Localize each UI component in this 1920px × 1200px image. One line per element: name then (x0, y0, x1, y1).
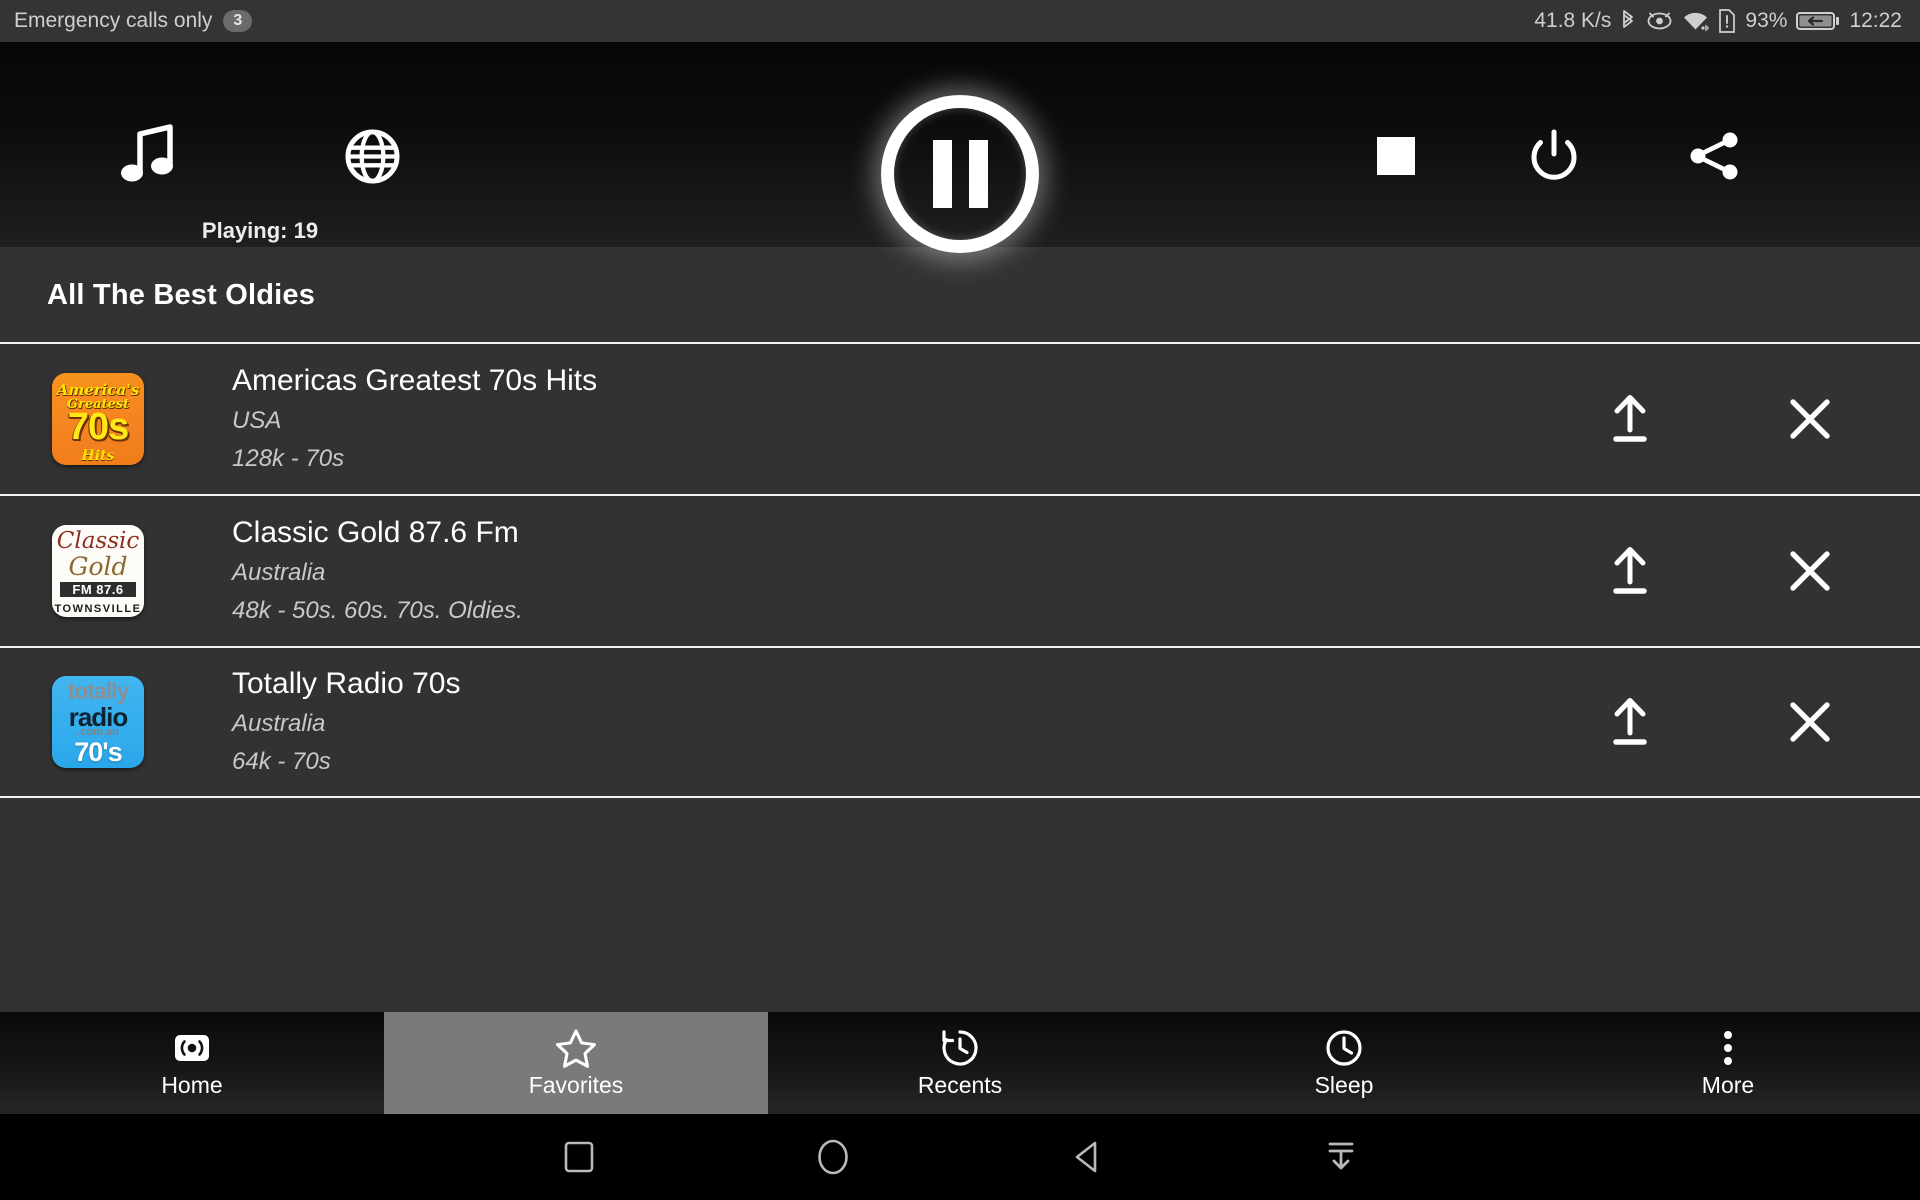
station-logo: America's Greatest 70s Hits (52, 373, 144, 465)
clock-icon (1324, 1028, 1364, 1068)
battery-charging-icon (1796, 10, 1840, 32)
playing-count-label: Playing: 19 (201, 218, 319, 243)
status-bar: Emergency calls only 3 41.8 K/s 93% 12:2… (0, 0, 1920, 42)
tab-recents[interactable]: Recents (768, 1012, 1152, 1114)
tab-sleep[interactable]: Sleep (1152, 1012, 1536, 1114)
row-actions (1582, 523, 1920, 619)
station-details: 48k - 50s. 60s. 70s. Oldies. (232, 597, 523, 624)
station-logo: totally radio .com.au 70's (52, 676, 144, 768)
row-actions (1582, 371, 1920, 467)
table-row[interactable]: Classic Gold FM 87.6 TOWNSVILLE Classic … (0, 494, 1920, 646)
bluetooth-icon (1620, 9, 1637, 33)
share-icon[interactable] (1678, 120, 1750, 192)
tab-label: Home (161, 1072, 223, 1098)
row-actions (1582, 674, 1920, 770)
stop-square (1377, 137, 1415, 175)
empty-list-area (0, 798, 1920, 1028)
station-details: 128k - 70s (232, 445, 345, 472)
page-title: All The Best Oldies (0, 247, 1920, 342)
tab-home[interactable]: Home (0, 1012, 384, 1114)
player-toolbar: Playing: 19 (0, 42, 1920, 253)
eye-icon (1646, 10, 1673, 32)
wifi-icon (1682, 10, 1709, 32)
carrier-label: Emergency calls only (14, 9, 213, 32)
music-note-icon[interactable] (108, 114, 190, 196)
broadcast-icon (173, 1028, 211, 1068)
dot-3 (1724, 1057, 1732, 1065)
sim-alert-icon (1718, 9, 1736, 33)
power-icon[interactable] (1518, 120, 1590, 192)
pause-bar-left (932, 140, 952, 208)
station-details: 64k - 70s (232, 748, 331, 775)
logo-line-2: Gold (68, 552, 128, 581)
circle-icon[interactable] (806, 1130, 860, 1184)
star-icon (555, 1028, 597, 1068)
tab-more[interactable]: More (1536, 1012, 1920, 1114)
tab-label: Recents (917, 1072, 1003, 1098)
tab-label: Favorites (528, 1072, 624, 1098)
station-country: USA (232, 407, 282, 434)
remove-station-icon[interactable] (1762, 371, 1858, 467)
notification-count-badge: 3 (223, 10, 253, 32)
android-navigation-bar (0, 1114, 1920, 1200)
station-info: Classic Gold 87.6 Fm Australia 48k - 50s… (232, 514, 1582, 628)
table-row[interactable]: America's Greatest 70s Hits Americas Gre… (0, 342, 1920, 494)
station-info: Totally Radio 70s Australia 64k - 70s (232, 665, 1582, 779)
status-bar-right: 41.8 K/s 93% 12:22 (1534, 9, 1902, 33)
square-icon[interactable] (552, 1130, 606, 1184)
overflow-dots (1724, 1031, 1732, 1065)
app-screen: Emergency calls only 3 41.8 K/s 93% 12:2… (0, 0, 1920, 1200)
history-icon (940, 1028, 980, 1068)
logo-line-3: 70s (67, 406, 129, 448)
logo-line-4: TOWNSVILLE (54, 603, 142, 615)
remove-station-icon[interactable] (1762, 523, 1858, 619)
stop-icon[interactable] (1360, 120, 1432, 192)
move-to-top-icon[interactable] (1582, 371, 1678, 467)
clock-label: 12:22 (1849, 9, 1902, 32)
status-bar-left: Emergency calls only 3 (14, 9, 253, 33)
network-speed-label: 41.8 K/s (1534, 9, 1612, 32)
triangle-back-icon[interactable] (1060, 1130, 1114, 1184)
battery-percent-label: 93% (1745, 9, 1788, 32)
station-list: America's Greatest 70s Hits Americas Gre… (0, 342, 1920, 798)
globe-icon[interactable] (336, 120, 408, 192)
logo-line-1: totally (67, 678, 130, 704)
move-to-top-icon[interactable] (1582, 674, 1678, 770)
tab-label: More (1701, 1072, 1755, 1098)
move-to-top-icon[interactable] (1582, 523, 1678, 619)
hide-navbar-icon[interactable] (1314, 1130, 1368, 1184)
dot-1 (1724, 1031, 1732, 1039)
station-country: Australia (232, 559, 326, 586)
station-info: Americas Greatest 70s Hits USA 128k - 70… (232, 362, 1582, 476)
remove-station-icon[interactable] (1762, 674, 1858, 770)
dot-2 (1724, 1044, 1732, 1052)
pause-bar-right (968, 140, 988, 208)
tab-label: Sleep (1314, 1072, 1374, 1098)
overflow-dots-icon (1724, 1028, 1732, 1068)
logo-line-4: 70's (74, 737, 122, 767)
station-country: Australia (232, 710, 326, 737)
station-logo: Classic Gold FM 87.6 TOWNSVILLE (52, 525, 144, 617)
tab-favorites[interactable]: Favorites (384, 1012, 768, 1114)
station-name: Totally Radio 70s (232, 667, 461, 700)
play-pause-button[interactable] (881, 95, 1039, 253)
logo-line-1: Classic (56, 528, 140, 554)
logo-line-3: FM 87.6 (60, 582, 136, 597)
station-name: Americas Greatest 70s Hits (232, 364, 598, 397)
bottom-tab-bar: Home Favorites Recents Sleep More (0, 1012, 1920, 1114)
logo-line-4: Hits (81, 448, 115, 464)
table-row[interactable]: totally radio .com.au 70's Totally Radio… (0, 646, 1920, 798)
station-name: Classic Gold 87.6 Fm (232, 516, 519, 549)
